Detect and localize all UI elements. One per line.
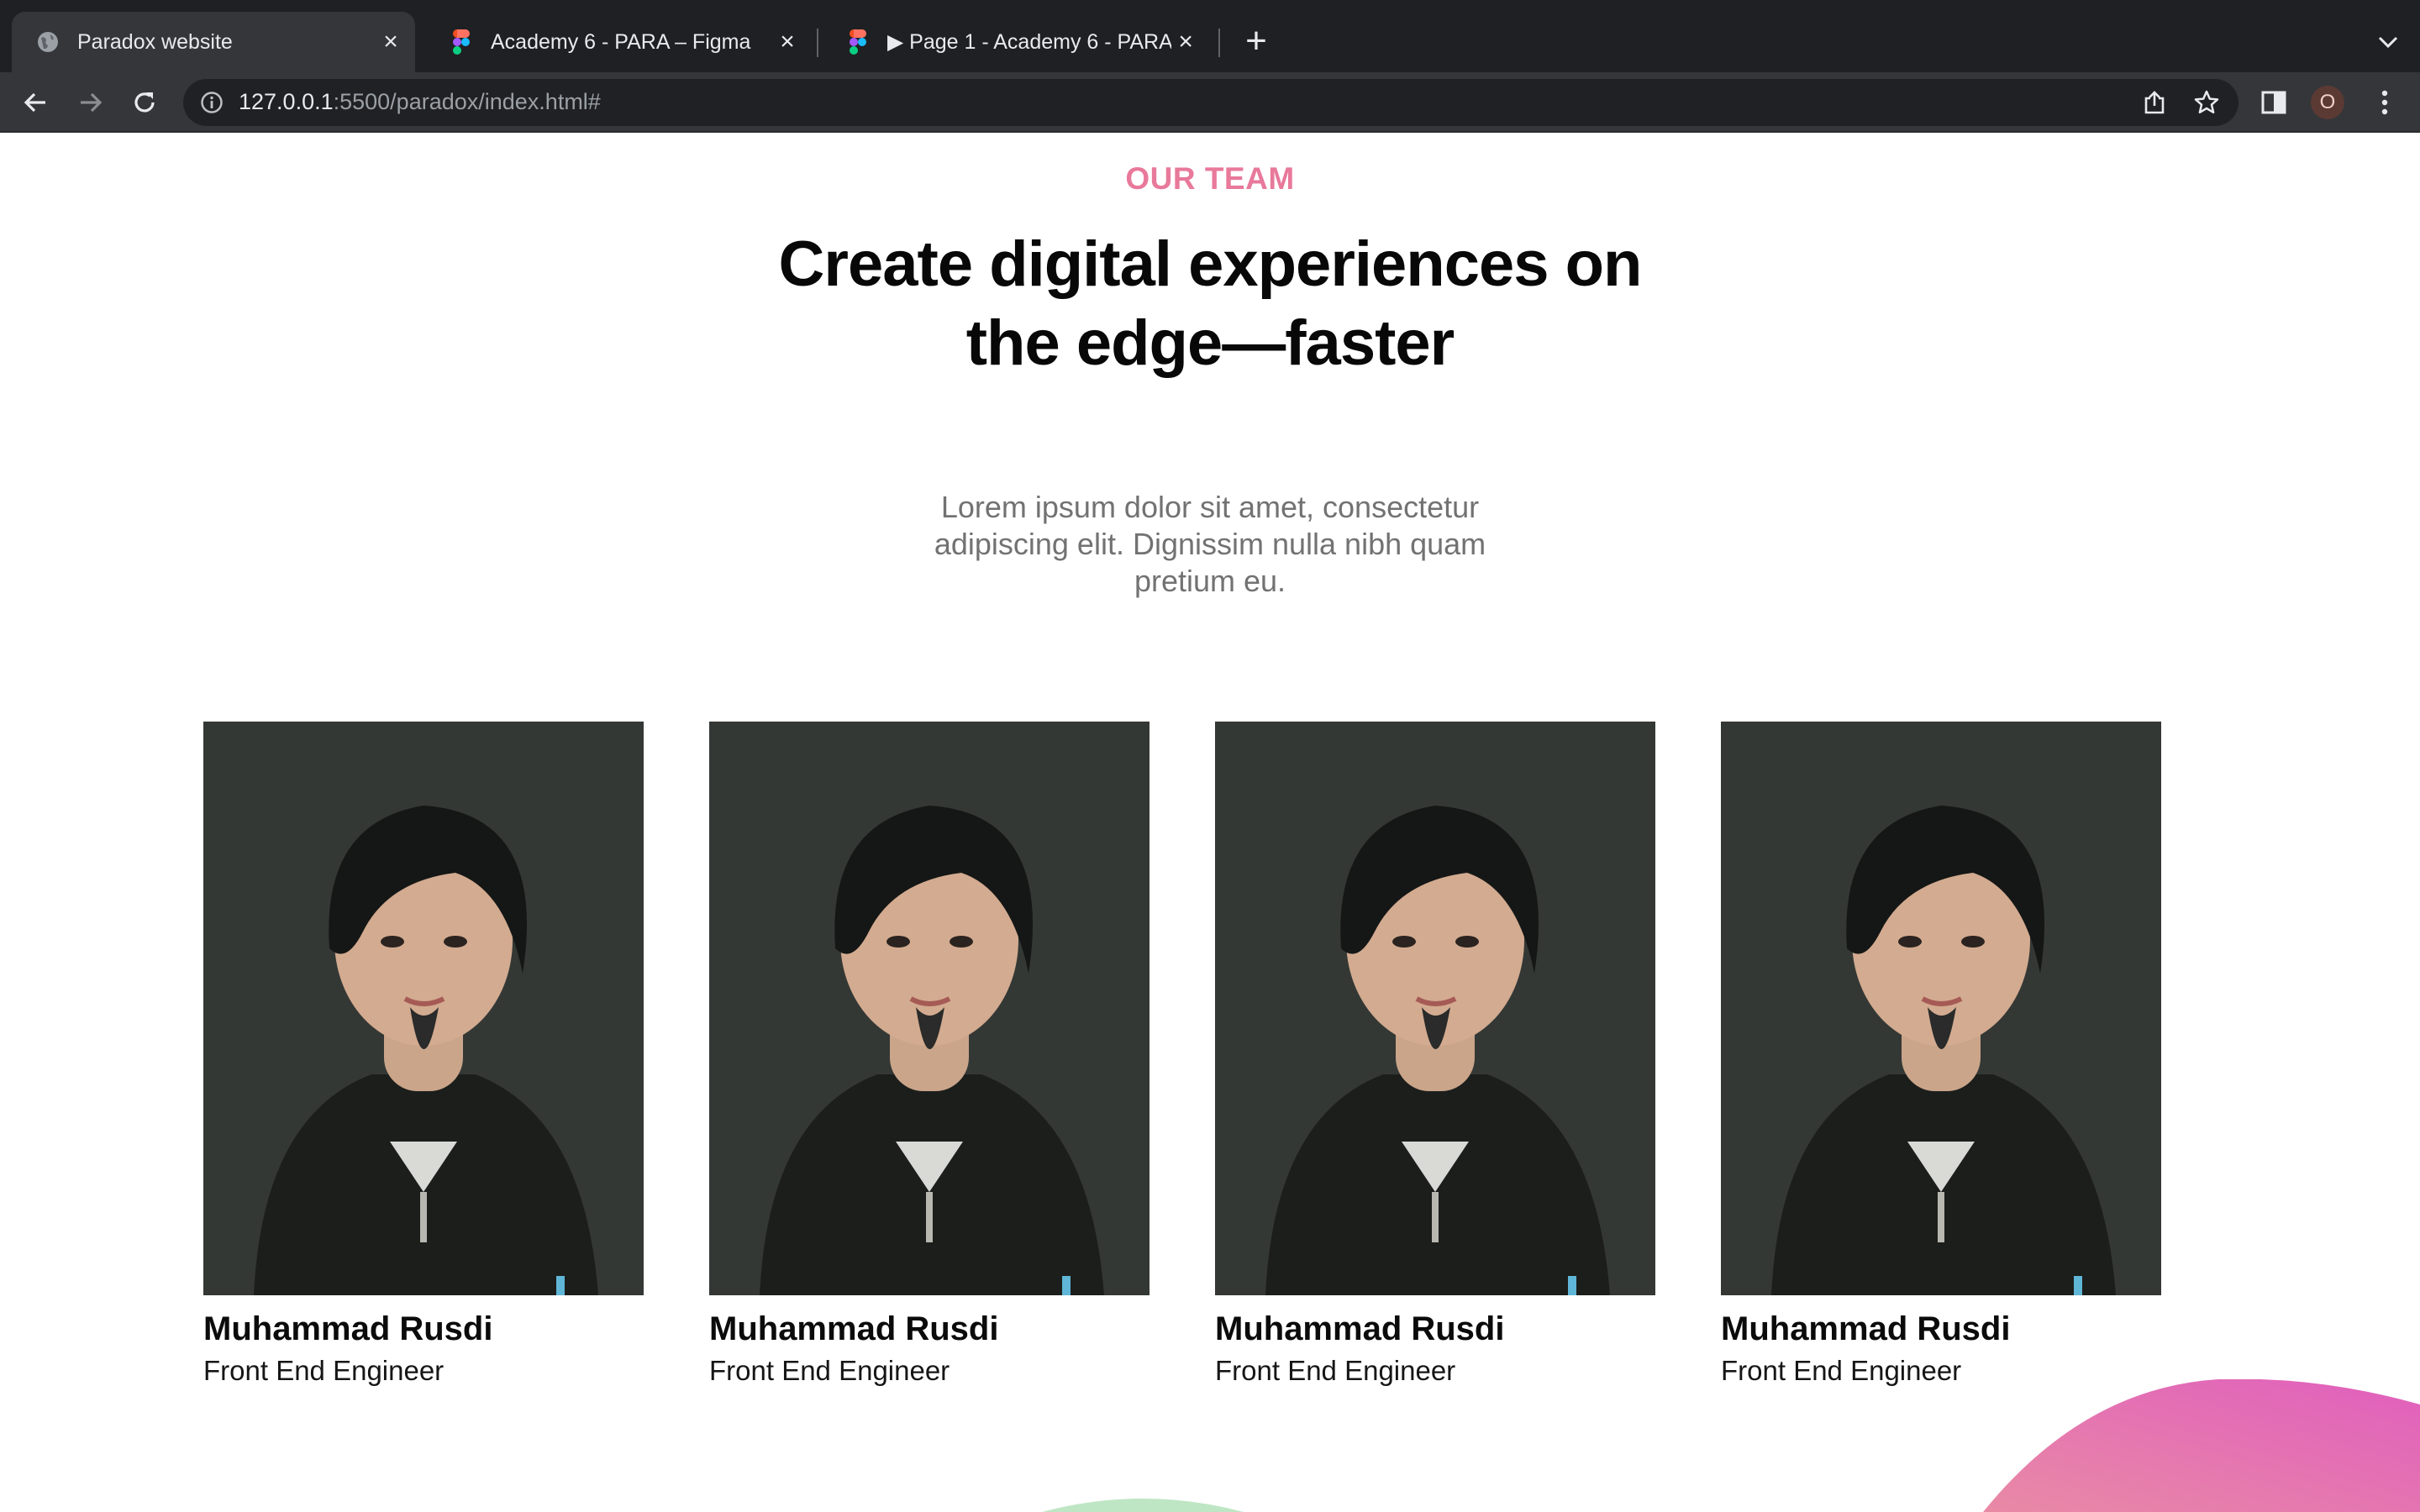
member-name: Muhammad Rusdi [1721,1310,2011,1347]
decorative-pink-blob [1983,1379,2420,1512]
share-icon[interactable] [2139,87,2170,118]
member-photo [709,722,1150,1295]
profile-avatar[interactable]: O [2311,86,2344,119]
side-panel-icon[interactable] [2255,84,2292,121]
forward-arrow-icon[interactable] [69,81,113,124]
tab-paradox-website[interactable]: Paradox website × [12,12,415,72]
intro-line: pretium eu. [1134,564,1286,598]
member-photo [1721,722,2161,1295]
more-menu-icon[interactable] [2366,84,2403,121]
figma-icon [845,29,871,55]
member-role: Front End Engineer [1721,1355,1962,1386]
tab-title: Academy 6 - PARA – Figma [491,29,751,54]
info-icon[interactable] [197,87,227,118]
member-role: Front End Engineer [1215,1355,1456,1386]
section-headline: Create digital experiences on the edge—f… [622,225,1798,383]
browser-toolbar: 127.0.0.1:5500/paradox/index.html# O [0,72,2420,133]
tab-separator [817,29,818,57]
close-icon[interactable]: × [376,28,405,56]
chevron-down-icon[interactable] [2371,25,2405,59]
tab-figma-academy[interactable]: Academy 6 - PARA – Figma × [425,12,812,72]
member-name: Muhammad Rusdi [709,1310,999,1347]
section-intro: Lorem ipsum dolor sit amet, consectetur … [874,489,1546,600]
page-viewport: OUR TEAM Create digital experiences on t… [0,133,2420,1512]
team-member-card: Muhammad Rusdi Front End Engineer [1215,722,1655,1386]
team-member-card: Muhammad Rusdi Front End Engineer [709,722,1150,1386]
tab-separator [1218,29,1220,57]
reload-icon[interactable] [123,81,166,124]
intro-line: adipiscing elit. Dignissim nulla nibh qu… [934,527,1486,561]
decorative-green-blob [1042,1499,1244,1512]
member-role: Front End Engineer [203,1355,445,1386]
bookmark-star-icon[interactable] [2191,87,2222,118]
new-tab-button[interactable]: + [1239,23,1273,60]
member-photo [1215,722,1655,1295]
member-name: Muhammad Rusdi [203,1310,493,1347]
close-icon[interactable]: × [1171,28,1200,56]
member-name: Muhammad Rusdi [1215,1310,1505,1347]
url-path: :5500/paradox/index.html# [333,89,601,114]
url-host: 127.0.0.1 [239,89,334,114]
team-member-card: Muhammad Rusdi Front End Engineer [1721,722,2161,1386]
tab-title: ▶ Page 1 - Academy 6 - PARA [887,30,1172,54]
globe-icon [35,29,60,55]
intro-line: Lorem ipsum dolor sit amet, consectetur [940,490,1480,524]
section-eyebrow: OUR TEAM [1125,161,1295,196]
headline-line: the edge—faster [965,307,1455,379]
address-bar[interactable]: 127.0.0.1:5500/paradox/index.html# [183,79,2238,126]
tab-figma-page[interactable]: ▶ Page 1 - Academy 6 - PARA × [822,12,1210,72]
tab-title: Paradox website [77,29,233,54]
member-role: Front End Engineer [709,1355,950,1386]
url-text: 127.0.0.1:5500/paradox/index.html# [239,89,601,115]
figma-icon [449,29,474,55]
tab-strip: Paradox website × Academy 6 - PARA – Fig… [0,0,2420,72]
team-member-card: Muhammad Rusdi Front End Engineer [203,722,644,1386]
headline-line: Create digital experiences on [778,228,1643,300]
close-icon[interactable]: × [773,28,802,56]
member-photo [203,722,644,1295]
back-arrow-icon[interactable] [13,81,57,124]
